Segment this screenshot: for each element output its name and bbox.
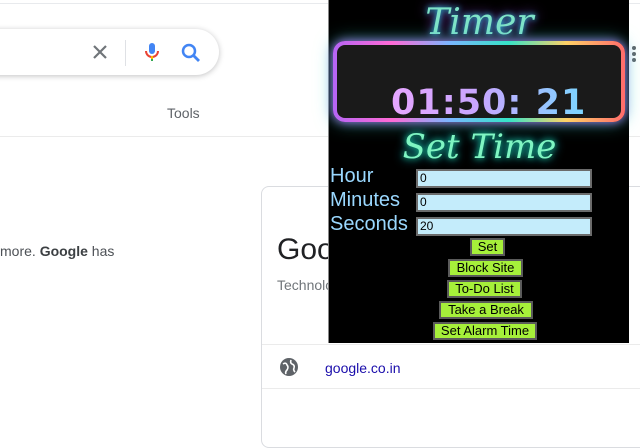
- result-snippet: more. Google has: [0, 243, 114, 259]
- snippet-bold: Google: [39, 243, 88, 259]
- knowledge-panel-divider: [262, 344, 640, 345]
- knowledge-panel-site-link[interactable]: google.co.in: [325, 360, 401, 376]
- hour-label: Hour: [330, 165, 374, 187]
- knowledge-panel-title: Goo: [277, 233, 334, 266]
- globe-icon: [280, 358, 298, 376]
- take-break-button[interactable]: Take a Break: [439, 301, 533, 319]
- tools-tab[interactable]: Tools: [167, 105, 200, 121]
- seconds-input[interactable]: 20: [416, 217, 592, 236]
- more-vert-icon[interactable]: [631, 45, 637, 63]
- todo-list-button[interactable]: To-Do List: [447, 280, 522, 298]
- set-button[interactable]: Set: [470, 238, 505, 256]
- knowledge-panel-divider-2: [262, 388, 640, 389]
- close-icon[interactable]: [88, 40, 112, 64]
- snippet-text-pre: more.: [0, 243, 40, 259]
- mic-icon[interactable]: [140, 40, 164, 64]
- block-site-button[interactable]: Block Site: [448, 259, 523, 277]
- minutes-input[interactable]: 0: [416, 193, 592, 212]
- popup-title: Timer: [425, 2, 534, 43]
- set-alarm-button[interactable]: Set Alarm Time: [433, 322, 537, 340]
- search-icon[interactable]: [179, 41, 203, 65]
- search-box-separator: [125, 40, 126, 66]
- minutes-label: Minutes: [330, 189, 401, 211]
- set-time-heading: Set Time: [402, 127, 557, 167]
- hour-input[interactable]: 0: [416, 169, 592, 188]
- timer-popup: Timer 01:50: 21 Set Time Hour 0 Minutes …: [328, 0, 629, 343]
- seconds-label: Seconds: [330, 213, 408, 235]
- snippet-text-post: has: [87, 243, 115, 259]
- knowledge-panel-subtitle: Technolo: [277, 277, 334, 293]
- timer-display: 01:50: 21: [391, 83, 587, 123]
